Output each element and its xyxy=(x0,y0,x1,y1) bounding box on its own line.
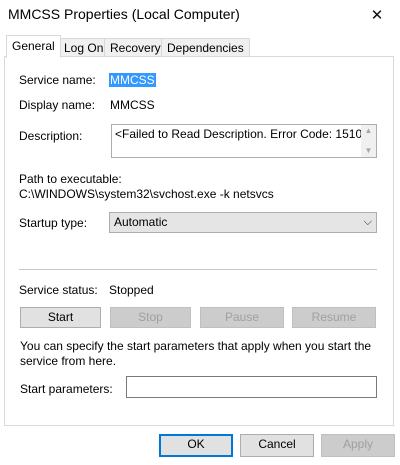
display-name-value[interactable]: MMCSS xyxy=(110,98,155,112)
stop-button[interactable]: Stop xyxy=(110,307,191,328)
start-params-label: Start parameters: xyxy=(20,382,113,396)
resume-button[interactable]: Resume xyxy=(292,307,376,328)
service-name-value[interactable]: MMCSS xyxy=(109,73,156,87)
scroll-up-icon[interactable]: ▲ xyxy=(364,127,373,135)
service-status-value: Stopped xyxy=(109,283,154,297)
window-title: MMCSS Properties (Local Computer) xyxy=(8,6,240,22)
start-params-input[interactable] xyxy=(126,376,377,398)
path-value[interactable]: C:\WINDOWS\system32\svchost.exe -k netsv… xyxy=(19,187,274,201)
title-bar: MMCSS Properties (Local Computer) ✕ xyxy=(0,0,400,30)
chevron-down-icon: ⌵ xyxy=(363,216,372,228)
description-text: <Failed to Read Description. Error Code:… xyxy=(115,127,377,141)
tab-recovery[interactable]: Recovery xyxy=(104,38,167,57)
path-label: Path to executable: xyxy=(19,172,122,186)
scroll-down-icon[interactable]: ▼ xyxy=(364,147,373,155)
apply-button[interactable]: Apply xyxy=(321,434,395,457)
tab-log-on[interactable]: Log On xyxy=(58,38,110,57)
description-label: Description: xyxy=(19,129,83,143)
description-scrollbar[interactable]: ▲ ▼ xyxy=(361,125,376,157)
startup-type-label: Startup type: xyxy=(19,216,88,230)
tab-strip: General Log On Recovery Dependencies xyxy=(4,35,396,58)
general-tab-panel: Service name: MMCSS Display name: MMCSS … xyxy=(4,56,394,426)
start-button[interactable]: Start xyxy=(20,307,101,328)
close-button[interactable]: ✕ xyxy=(354,0,400,30)
ok-button[interactable]: OK xyxy=(159,434,233,457)
startup-type-value: Automatic xyxy=(114,215,168,229)
close-icon: ✕ xyxy=(370,7,384,24)
cancel-button[interactable]: Cancel xyxy=(240,434,314,457)
display-name-label: Display name: xyxy=(19,98,96,112)
pause-button[interactable]: Pause xyxy=(200,307,284,328)
startup-type-select[interactable]: Automatic ⌵ xyxy=(109,212,377,233)
divider xyxy=(19,269,377,270)
tab-general[interactable]: General xyxy=(6,35,61,58)
tab-dependencies[interactable]: Dependencies xyxy=(161,38,250,57)
service-name-label: Service name: xyxy=(19,73,96,87)
description-field[interactable]: <Failed to Read Description. Error Code:… xyxy=(111,124,377,158)
start-params-note: You can specify the start parameters tha… xyxy=(20,339,372,368)
service-status-label: Service status: xyxy=(19,283,98,297)
